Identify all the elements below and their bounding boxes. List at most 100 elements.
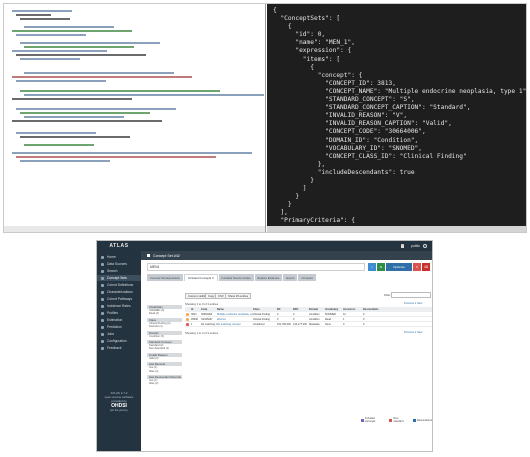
legend-label: Non-standard bbox=[393, 417, 404, 423]
code-line bbox=[16, 156, 216, 158]
table-cell: 144,177,000 bbox=[293, 323, 307, 326]
tab[interactable]: Included Source Codes bbox=[218, 274, 254, 281]
standard-status-icon bbox=[186, 313, 189, 316]
showing-entries-top: Showing 1 to 3 of 3 entries bbox=[185, 302, 219, 306]
sidebar-item[interactable]: Prediction bbox=[97, 324, 141, 330]
sidebar-item[interactable]: Profiles bbox=[97, 310, 141, 316]
facet-option[interactable]: false (2) bbox=[147, 382, 182, 385]
sidebar-item-label: Cohort Pathways bbox=[107, 297, 133, 301]
code-line bbox=[16, 54, 146, 56]
facet-option[interactable]: Condition (3) bbox=[147, 335, 182, 338]
sidebar-item-label: Cohort Definitions bbox=[107, 283, 134, 287]
table-row[interactable]: 1No matching conceptNo matching conceptU… bbox=[185, 322, 432, 327]
table-cell: No matching concept bbox=[201, 323, 217, 326]
sidebar-item[interactable]: Characterizations bbox=[97, 289, 141, 295]
save-button[interactable]: ✓ bbox=[368, 263, 376, 271]
notifications-icon[interactable] bbox=[401, 243, 404, 248]
sidebar-item[interactable]: Feedback bbox=[97, 345, 141, 351]
tab[interactable]: Concept Set Expression bbox=[147, 274, 184, 281]
code-line bbox=[24, 94, 264, 96]
sidebar-item[interactable]: Configuration bbox=[97, 338, 141, 344]
top-bar: public bbox=[141, 241, 432, 251]
nav-icon bbox=[101, 346, 104, 350]
sidebar-item-label: Incidence Rates bbox=[107, 304, 131, 308]
filter-input[interactable] bbox=[391, 292, 431, 298]
tab[interactable]: Compare bbox=[298, 274, 316, 281]
sidebar-item[interactable]: Search bbox=[97, 268, 141, 274]
facet-group: Standard Concept Standard (2) Non-Standard… bbox=[147, 340, 182, 351]
page-title: Concept Set #42 bbox=[153, 253, 180, 258]
ohdsi-tagline: join the journey bbox=[110, 409, 128, 412]
json-pane-scrollbar[interactable] bbox=[267, 226, 526, 232]
facet-option[interactable]: Non-Standard (1) bbox=[147, 347, 182, 350]
legend: Included concepts Non-standard Descendants bbox=[357, 417, 432, 423]
code-line bbox=[16, 108, 176, 110]
legend-item: Included concepts bbox=[361, 417, 385, 423]
editor-horizontal-scrollbar[interactable] bbox=[4, 226, 265, 232]
standard-status-icon bbox=[186, 323, 189, 326]
pager-top[interactable]: Previous 1 Next bbox=[404, 302, 422, 305]
code-line bbox=[12, 30, 132, 32]
legend-item: Descendants bbox=[412, 417, 432, 423]
theme-toggle-icon[interactable] bbox=[423, 243, 427, 248]
nav-icon bbox=[101, 262, 104, 266]
sidebar: ATLAS Home Data Sources Search Concept Sets… bbox=[97, 241, 141, 451]
tab[interactable]: Explore Evidence bbox=[254, 274, 283, 281]
nav-icon bbox=[101, 304, 104, 308]
facet-option[interactable]: Disorder (1) bbox=[147, 325, 182, 328]
sidebar-footer: ATLAS 2.7.2 open source software provide… bbox=[97, 391, 141, 413]
code-line bbox=[20, 90, 220, 92]
code-line bbox=[16, 34, 86, 36]
code-line bbox=[20, 112, 150, 114]
sidebar-item[interactable]: Jobs bbox=[97, 331, 141, 337]
concept-set-name-input[interactable]: MEN1 bbox=[147, 263, 365, 271]
facet-option[interactable]: Valid (3) bbox=[147, 357, 182, 360]
filter-label: Filter: bbox=[384, 293, 391, 297]
legend-swatch bbox=[361, 418, 364, 422]
facet-option[interactable]: Read (1) bbox=[147, 312, 182, 315]
tab[interactable]: Export bbox=[283, 274, 298, 281]
sidebar-item-label: Jobs bbox=[107, 332, 114, 336]
facet-group: Class Clinical Finding (2) Disorder (1) bbox=[147, 317, 182, 329]
table-cell: None bbox=[325, 323, 331, 326]
sidebar-item-label: Data Sources bbox=[107, 262, 127, 266]
user-name[interactable]: public bbox=[411, 244, 420, 248]
sidebar-item-label: Feedback bbox=[107, 346, 122, 350]
sidebar-item[interactable]: Concept Sets bbox=[97, 275, 141, 281]
code-line bbox=[20, 136, 130, 138]
top-screenshot-panel: { "ConceptSets": [ { "id": 0, "name": "M… bbox=[3, 3, 527, 233]
sidebar-item[interactable]: Cohort Definitions bbox=[97, 282, 141, 288]
sidebar-item[interactable]: Home bbox=[97, 254, 141, 260]
legend-item: Non-standard bbox=[389, 417, 408, 423]
tab[interactable]: Included Concepts 3 bbox=[184, 274, 218, 281]
facet-group: Invalid Reason Valid (3) bbox=[147, 352, 182, 360]
table-cell: 1 bbox=[191, 323, 193, 326]
toolbar-button[interactable]: Show 15 entries bbox=[225, 293, 252, 299]
sidebar-item[interactable]: Cohort Pathways bbox=[97, 296, 141, 302]
close-button[interactable]: ✕ bbox=[413, 263, 421, 271]
sidebar-item-label: Prediction bbox=[107, 325, 122, 329]
nav-icon bbox=[101, 332, 104, 336]
delete-button[interactable]: ⌫ bbox=[422, 263, 430, 271]
nav-icon bbox=[101, 339, 104, 343]
json-output-pane: { "ConceptSets": [ { "id": 0, "name": "M… bbox=[267, 4, 526, 232]
facet-group: Vocabulary SNOMED (2) Read (1) bbox=[147, 305, 182, 316]
code-line bbox=[24, 46, 134, 48]
code-line bbox=[20, 42, 160, 44]
page-title-bar: Concept Set #42 bbox=[141, 251, 432, 260]
facet-option[interactable]: false (2) bbox=[147, 370, 182, 373]
pager-bottom[interactable]: Previous 1 Next bbox=[404, 331, 422, 334]
legend-label: Descendants bbox=[416, 418, 432, 422]
concept-name-link[interactable]: No matching concept bbox=[217, 322, 253, 326]
table-cell: 0 bbox=[343, 323, 345, 326]
optimize-button[interactable]: Optimize bbox=[386, 263, 412, 271]
facet-group: Has Descendant Records true (1) false (2) bbox=[147, 375, 182, 386]
sidebar-item[interactable]: Data Sources bbox=[97, 261, 141, 267]
sidebar-item-label: Search bbox=[107, 269, 118, 273]
nav-icon bbox=[101, 255, 104, 259]
table-cell: 161,790,000 bbox=[277, 323, 291, 326]
sidebar-item[interactable]: Incidence Rates bbox=[97, 303, 141, 309]
sidebar-item[interactable]: Estimation bbox=[97, 317, 141, 323]
copy-button[interactable]: ⧉ bbox=[377, 263, 385, 271]
facet-group: Has Records true (1) false (2) bbox=[147, 362, 182, 373]
